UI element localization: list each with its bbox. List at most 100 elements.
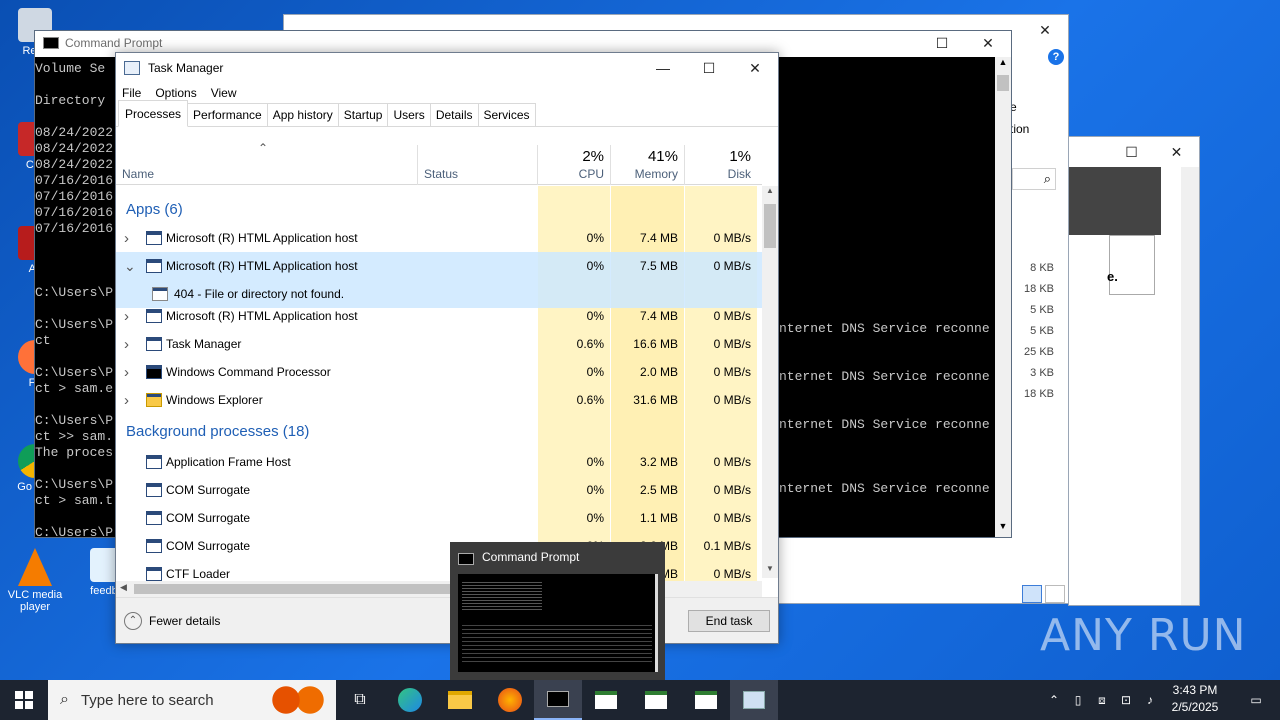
process-scrollbar[interactable]: ▲ ▼ — [762, 186, 778, 578]
chevron-up-circle-icon[interactable]: ⌃ — [124, 612, 142, 630]
taskbar-search[interactable]: ⌕ Type here to search — [48, 680, 336, 720]
process-row[interactable]: COM Surrogate 0% 2.5 MB 0 MB/s — [116, 476, 762, 504]
horizontal-scrollbar[interactable]: ◀ — [116, 581, 762, 597]
cell-text: 0 MB/s — [713, 483, 751, 497]
cmd-line: C:\Users\P — [35, 477, 114, 492]
tray-volume-icon[interactable]: ♪ — [1138, 680, 1162, 720]
column-disk[interactable]: 1% Disk — [685, 145, 757, 185]
chevron-right-icon[interactable]: › — [124, 302, 129, 330]
cmd-taskbar-icon[interactable] — [534, 680, 582, 720]
cmd-line: ct > sam.t — [35, 493, 114, 508]
hta-taskbar-icon[interactable] — [582, 680, 630, 720]
cell-text: Microsoft (R) HTML Application host — [166, 259, 358, 273]
start-button[interactable] — [0, 680, 48, 720]
chevron-right-icon[interactable]: › — [124, 224, 129, 252]
tab-performance[interactable]: Performance — [187, 103, 268, 126]
hta-taskbar-icon[interactable] — [682, 680, 730, 720]
firefox-taskbar-icon[interactable] — [486, 680, 534, 720]
scroll-up-icon[interactable]: ▲ — [995, 57, 1011, 73]
tab-users[interactable]: Users — [387, 103, 431, 126]
tab-details[interactable]: Details — [429, 103, 479, 126]
cpu-total: 2% — [582, 148, 604, 165]
tray-chevron-up-icon[interactable]: ⌃ — [1040, 680, 1068, 720]
minimize-icon[interactable]: — — [640, 53, 686, 83]
process-row[interactable]: › Windows Explorer 0.6% 31.6 MB 0 MB/s — [116, 386, 762, 414]
tab-processes[interactable]: Processes — [118, 100, 189, 127]
chevron-right-icon[interactable]: › — [124, 358, 129, 386]
scroll-thumb[interactable] — [764, 204, 776, 248]
maximize-icon[interactable]: ☐ — [919, 28, 965, 58]
menu-options[interactable]: Options — [155, 86, 196, 100]
maximize-icon[interactable]: ☐ — [686, 53, 732, 83]
scroll-left-icon[interactable]: ◀ — [120, 582, 127, 593]
end-task-button[interactable]: End task — [688, 610, 770, 632]
large-icons-view-icon[interactable] — [1045, 585, 1065, 603]
task-view-icon[interactable]: ⧉ — [336, 680, 384, 720]
chevron-right-icon[interactable]: › — [124, 386, 129, 414]
column-memory[interactable]: 41% Memory — [611, 145, 684, 185]
process-row[interactable]: › Task Manager 0.6% 16.6 MB 0 MB/s — [116, 330, 762, 358]
scroll-down-icon[interactable]: ▼ — [762, 564, 778, 578]
file-explorer-icon[interactable] — [436, 680, 484, 720]
close-icon[interactable]: ✕ — [732, 53, 778, 83]
panel-dark — [1069, 167, 1161, 235]
process-row[interactable]: › Microsoft (R) HTML Application host 0% 7.… — [116, 302, 762, 330]
desktop-icon-vlc[interactable]: VLC media player — [0, 548, 70, 613]
process-row[interactable]: ⌄ Microsoft (R) HTML Application host 0% 7.… — [116, 252, 762, 280]
cell-text: 0% — [586, 309, 604, 323]
file-size: 25 KB — [1024, 346, 1054, 358]
process-row[interactable]: › Windows Command Processor 0% 2.0 MB 0 MB/s — [116, 358, 762, 386]
cmd-line-right: nternet DNS Service reconne — [779, 321, 990, 336]
close-icon[interactable]: ✕ — [965, 28, 1011, 58]
column-name[interactable]: Name — [122, 167, 154, 181]
task-manager-window[interactable]: Task Manager — ☐ ✕ File Options View Pro… — [115, 52, 779, 644]
explorer-window-back-2[interactable]: ☐ ✕ e. — [1068, 136, 1200, 606]
close-icon[interactable]: ✕ — [1154, 137, 1199, 167]
scroll-thumb[interactable] — [134, 584, 454, 594]
background-group-header[interactable]: Background processes (18) — [116, 416, 762, 446]
tab-app-history[interactable]: App history — [266, 103, 339, 126]
file-size: 8 KB — [1030, 262, 1054, 274]
details-view-icon[interactable] — [1022, 585, 1042, 603]
tray-network-icon[interactable]: ⧈ — [1090, 680, 1114, 720]
notification-icon[interactable]: ▭ — [1232, 680, 1280, 720]
taskbar-clock[interactable]: 3:43 PM 2/5/2025 — [1160, 682, 1230, 716]
process-row[interactable]: COM Surrogate 0% 1.1 MB 0 MB/s — [116, 504, 762, 532]
scroll-thumb[interactable] — [997, 75, 1009, 91]
apps-group-header[interactable]: Apps (6) — [116, 194, 762, 224]
tab-startup[interactable]: Startup — [337, 103, 389, 126]
process-row[interactable]: COM Surrogate0%2.6 MB0.1 MB/s — [116, 532, 762, 560]
fewer-details-link[interactable]: Fewer details — [149, 614, 220, 628]
tray-display-icon[interactable]: ⊡ — [1114, 680, 1138, 720]
scroll-down-icon[interactable]: ▼ — [995, 521, 1011, 537]
column-cpu[interactable]: 2% CPU — [538, 145, 610, 185]
process-list[interactable]: Apps (6) › Microsoft (R) HTML Application … — [116, 186, 762, 581]
help-icon[interactable]: ? — [1048, 49, 1064, 65]
edge-icon[interactable] — [386, 680, 434, 720]
cmd-taskbar-preview[interactable]: Command Prompt — [450, 542, 665, 680]
process-row[interactable]: CTF Loader0%3.5 MB0 MB/s — [116, 560, 762, 581]
tab-services[interactable]: Services — [477, 103, 536, 126]
chevron-down-icon[interactable]: ⌄ — [124, 252, 136, 280]
menu-file[interactable]: File — [122, 86, 141, 100]
cmd-icon — [43, 37, 59, 49]
cmd-scrollbar[interactable]: ▲ ▼ — [995, 57, 1011, 537]
column-headers: ⌃ Name Status 2% CPU 41% Memory 1% Disk — [116, 141, 762, 185]
scroll-up-icon[interactable]: ▲ — [762, 186, 778, 200]
close-icon[interactable]: ✕ — [1022, 15, 1068, 45]
task-manager-taskbar-icon[interactable] — [730, 680, 778, 720]
hta-taskbar-icon[interactable] — [632, 680, 680, 720]
cmd-line: 07/16/2016 — [35, 173, 114, 188]
process-row[interactable]: Application Frame Host 0% 3.2 MB 0 MB/s — [116, 448, 762, 476]
cmd-line: C:\Users\P — [35, 285, 114, 300]
cell-text: Task Manager — [166, 337, 242, 351]
column-status[interactable]: Status — [424, 167, 458, 181]
process-row[interactable]: › Microsoft (R) HTML Application host 0% 7.… — [116, 224, 762, 252]
menu-view[interactable]: View — [211, 86, 237, 100]
cell-text: 31.6 MB — [633, 393, 678, 407]
maximize-icon[interactable]: ☐ — [1109, 137, 1154, 167]
tray-tablet-icon[interactable]: ▯ — [1066, 680, 1090, 720]
search-box[interactable]: ⌕ — [1012, 168, 1056, 190]
chevron-right-icon[interactable]: › — [124, 330, 129, 358]
scrollbar[interactable] — [1181, 167, 1199, 605]
